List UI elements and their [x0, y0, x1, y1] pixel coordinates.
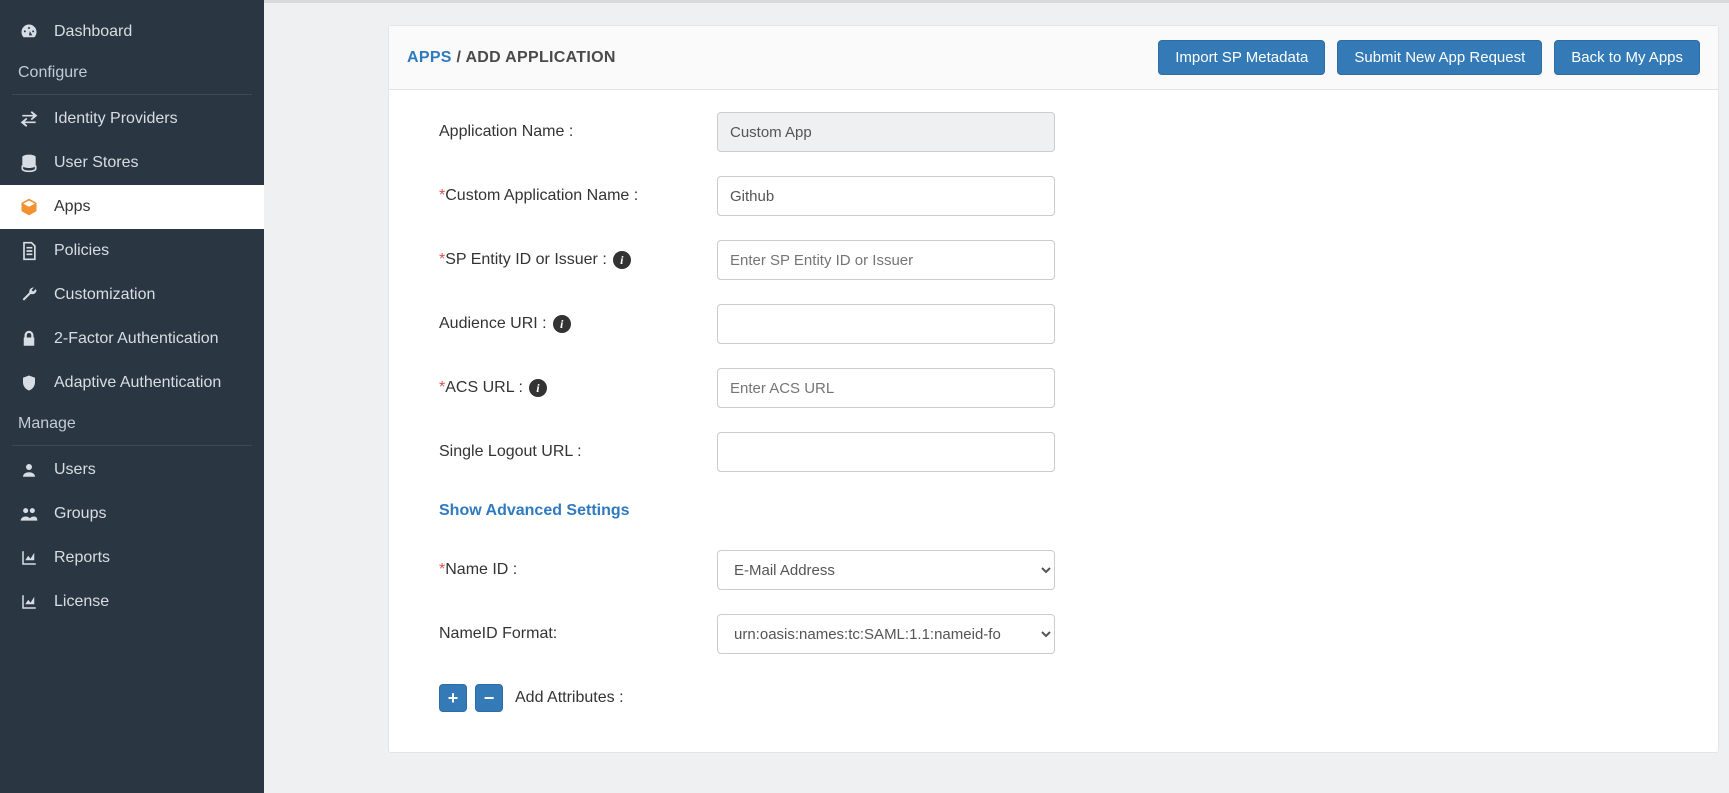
single-logout-url-input[interactable]	[717, 432, 1055, 472]
label-text: Audience URI :	[439, 315, 547, 333]
sidebar-item-label: Users	[54, 461, 96, 479]
sidebar-item-label: 2-Factor Authentication	[54, 330, 219, 348]
shield-icon	[18, 372, 40, 394]
field-single-logout-url: Single Logout URL :	[439, 432, 1678, 472]
panel-header: APPS / ADD APPLICATION Import SP Metadat…	[389, 26, 1718, 90]
remove-attribute-button[interactable]: −	[475, 684, 503, 712]
label-text: ACS URL :	[445, 379, 523, 396]
add-attributes-row: + − Add Attributes :	[439, 684, 1678, 712]
chart-icon	[18, 547, 40, 569]
label-text: Name ID :	[445, 561, 517, 578]
audience-uri-input[interactable]	[717, 304, 1055, 344]
nameid-format-select[interactable]: urn:oasis:names:tc:SAML:1.1:nameid-fo	[717, 614, 1055, 654]
sidebar-section-configure: Configure	[0, 54, 264, 92]
label-text: Custom Application Name :	[445, 187, 638, 204]
audience-uri-label: Audience URI : i	[439, 315, 717, 333]
sidebar-item-label: User Stores	[54, 154, 138, 172]
show-advanced-settings-link[interactable]: Show Advanced Settings	[439, 502, 630, 520]
breadcrumb-separator: /	[457, 49, 462, 66]
name-id-select[interactable]: E-Mail Address	[717, 550, 1055, 590]
chart-icon	[18, 591, 40, 613]
acs-url-label: *ACS URL : i	[439, 379, 717, 397]
name-id-label: *Name ID :	[439, 561, 717, 579]
sidebar-item-groups[interactable]: Groups	[0, 492, 264, 536]
sidebar-item-user-stores[interactable]: User Stores	[0, 141, 264, 185]
wrench-icon	[18, 284, 40, 306]
info-icon[interactable]: i	[553, 315, 571, 333]
sidebar-item-label: Identity Providers	[54, 110, 178, 128]
breadcrumb: APPS / ADD APPLICATION	[407, 49, 616, 67]
divider	[12, 445, 252, 446]
sp-entity-id-label: *SP Entity ID or Issuer : i	[439, 251, 717, 269]
field-acs-url: *ACS URL : i	[439, 368, 1678, 408]
sidebar-item-identity-providers[interactable]: Identity Providers	[0, 97, 264, 141]
sidebar-item-apps[interactable]: Apps	[0, 185, 264, 229]
application-name-label: Application Name :	[439, 123, 717, 141]
breadcrumb-root[interactable]: APPS	[407, 49, 452, 66]
sidebar-item-policies[interactable]: Policies	[0, 229, 264, 273]
field-custom-app-name: *Custom Application Name :	[439, 176, 1678, 216]
document-icon	[18, 240, 40, 262]
field-nameid-format: NameID Format: urn:oasis:names:tc:SAML:1…	[439, 614, 1678, 654]
sidebar-item-label: Apps	[54, 198, 90, 216]
sidebar-item-label: Groups	[54, 505, 106, 523]
sidebar-item-label: Adaptive Authentication	[54, 374, 221, 392]
nameid-format-label: NameID Format:	[439, 625, 717, 643]
main-content: APPS / ADD APPLICATION Import SP Metadat…	[264, 0, 1729, 793]
sidebar-item-label: Policies	[54, 242, 109, 260]
field-audience-uri: Audience URI : i	[439, 304, 1678, 344]
label-text: SP Entity ID or Issuer :	[445, 251, 607, 268]
header-actions: Import SP Metadata Submit New App Reques…	[1158, 40, 1700, 75]
panel: APPS / ADD APPLICATION Import SP Metadat…	[388, 25, 1719, 753]
field-sp-entity-id: *SP Entity ID or Issuer : i	[439, 240, 1678, 280]
sidebar-item-reports[interactable]: Reports	[0, 536, 264, 580]
sidebar-section-manage: Manage	[0, 405, 264, 443]
application-name-input	[717, 112, 1055, 152]
sidebar-item-license[interactable]: License	[0, 580, 264, 624]
users-icon	[18, 503, 40, 525]
sp-entity-id-input[interactable]	[717, 240, 1055, 280]
info-icon[interactable]: i	[613, 251, 631, 269]
add-attribute-button[interactable]: +	[439, 684, 467, 712]
back-to-my-apps-button[interactable]: Back to My Apps	[1554, 40, 1700, 75]
sidebar-item-label: Customization	[54, 286, 155, 304]
sidebar: Dashboard Configure Identity Providers U…	[0, 0, 264, 793]
sidebar-item-customization[interactable]: Customization	[0, 273, 264, 317]
field-name-id: *Name ID : E-Mail Address	[439, 550, 1678, 590]
sidebar-item-two-factor[interactable]: 2-Factor Authentication	[0, 317, 264, 361]
add-attributes-label: Add Attributes :	[515, 689, 624, 707]
info-icon[interactable]: i	[529, 379, 547, 397]
divider	[12, 94, 252, 95]
acs-url-input[interactable]	[717, 368, 1055, 408]
field-application-name: Application Name :	[439, 112, 1678, 152]
custom-app-name-input[interactable]	[717, 176, 1055, 216]
custom-app-name-label: *Custom Application Name :	[439, 187, 717, 205]
sidebar-item-label: Reports	[54, 549, 110, 567]
sidebar-item-users[interactable]: Users	[0, 448, 264, 492]
import-sp-metadata-button[interactable]: Import SP Metadata	[1158, 40, 1325, 75]
sidebar-item-adaptive-auth[interactable]: Adaptive Authentication	[0, 361, 264, 405]
database-icon	[18, 152, 40, 174]
sidebar-item-label: Dashboard	[54, 23, 132, 41]
exchange-icon	[18, 108, 40, 130]
breadcrumb-leaf: ADD APPLICATION	[465, 49, 615, 66]
lock-icon	[18, 328, 40, 350]
single-logout-url-label: Single Logout URL :	[439, 443, 717, 461]
submit-new-app-request-button[interactable]: Submit New App Request	[1337, 40, 1542, 75]
dashboard-icon	[18, 21, 40, 43]
sidebar-item-label: License	[54, 593, 109, 611]
panel-body: Application Name : *Custom Application N…	[389, 90, 1718, 752]
user-icon	[18, 459, 40, 481]
cube-icon	[18, 196, 40, 218]
sidebar-item-dashboard[interactable]: Dashboard	[0, 10, 264, 54]
